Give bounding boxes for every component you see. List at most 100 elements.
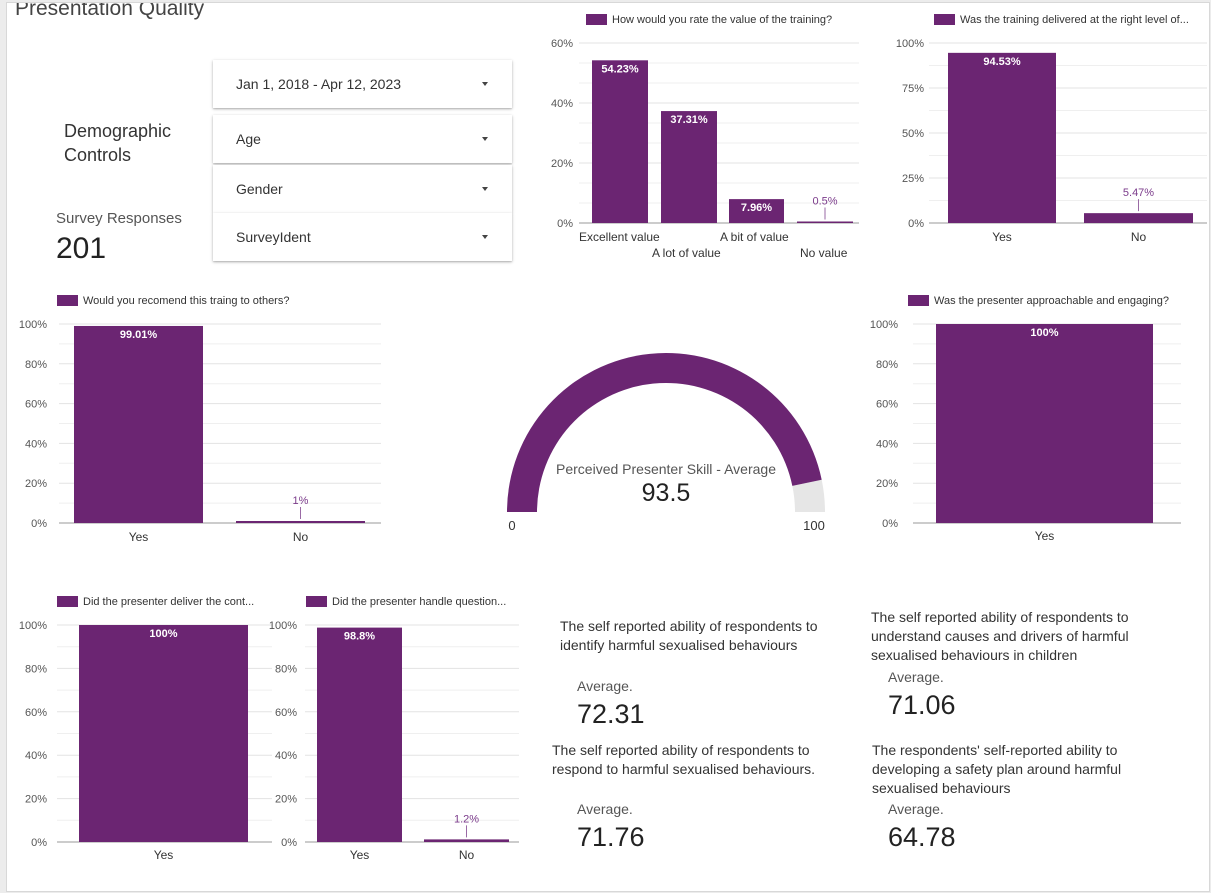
bar <box>236 521 365 523</box>
gauge-min-label: 0 <box>508 518 515 533</box>
y-tick-label: 40% <box>551 98 573 110</box>
bar <box>592 60 648 224</box>
data-label: 99.01% <box>120 329 158 341</box>
legend-label: Did the presenter handle question... <box>332 596 506 608</box>
data-label: 1% <box>293 495 309 507</box>
y-tick-label: 0% <box>557 218 573 230</box>
data-label: 98.8% <box>344 631 375 643</box>
bar-chart-approachable: Was the presenter approachable and engag… <box>870 295 1181 543</box>
y-tick-label: 0% <box>908 218 924 230</box>
kpi-understand: The self reported ability of respondents… <box>871 608 1156 665</box>
y-tick-label: 40% <box>876 438 898 450</box>
bar <box>74 325 203 523</box>
data-label: 7.96% <box>741 202 772 214</box>
y-tick-label: 40% <box>275 750 297 762</box>
data-label: 37.31% <box>670 114 708 126</box>
y-tick-label: 20% <box>25 794 47 806</box>
y-tick-label: 40% <box>25 438 47 450</box>
y-tick-label: 100% <box>269 620 297 632</box>
gauge-value: 93.5 <box>642 479 691 507</box>
y-tick-label: 100% <box>19 319 47 331</box>
category-label: Yes <box>350 848 370 862</box>
legend-label: Was the training delivered at the right … <box>960 14 1189 26</box>
y-tick-label: 40% <box>25 750 47 762</box>
y-tick-label: 80% <box>876 359 898 371</box>
y-tick-label: 25% <box>902 173 924 185</box>
y-tick-label: 60% <box>275 707 297 719</box>
y-tick-label: 100% <box>19 620 47 632</box>
kpi-description: The respondents' self-reported ability t… <box>872 742 1122 796</box>
category-label: Yes <box>129 530 149 544</box>
bar-chart-recommend: Would you recomend this traing to others… <box>19 295 381 544</box>
legend-swatch <box>57 596 78 607</box>
y-tick-label: 60% <box>876 399 898 411</box>
legend-label: Was the presenter approachable and engag… <box>934 295 1169 307</box>
category-label: Yes <box>992 230 1012 244</box>
bar <box>1084 213 1193 223</box>
bar <box>424 839 509 842</box>
kpi-value: 72.31 <box>577 699 645 729</box>
kpi-value: 71.06 <box>888 690 956 720</box>
y-tick-label: 75% <box>902 83 924 95</box>
y-tick-label: 100% <box>870 319 898 331</box>
legend-label: Would you recomend this traing to others… <box>83 295 289 307</box>
data-label: 54.23% <box>601 63 639 75</box>
presenter-skill-gauge: Perceived Presenter Skill - Average 93.5 0… <box>507 353 825 533</box>
kpi-value: 71.76 <box>577 822 645 852</box>
y-tick-label: 0% <box>31 518 47 530</box>
category-label: No <box>1131 230 1147 244</box>
kpi-average-label: Average. <box>888 801 944 817</box>
kpi-average-label: Average. <box>888 669 944 685</box>
y-tick-label: 0% <box>281 837 297 849</box>
report-canvas: Presentation Quality Demographic Control… <box>6 2 1210 892</box>
bar <box>936 324 1153 523</box>
category-label: A lot of value <box>652 246 721 260</box>
kpi-safety-plan: The respondents' self-reported ability t… <box>872 741 1152 798</box>
bar-chart-value_of_training: How would you rate the value of the trai… <box>551 14 859 260</box>
legend-swatch <box>306 596 327 607</box>
y-tick-label: 20% <box>551 158 573 170</box>
gauge-title: Perceived Presenter Skill - Average <box>556 461 776 477</box>
y-tick-label: 0% <box>882 518 898 530</box>
bar <box>317 627 402 842</box>
data-label: 94.53% <box>983 56 1021 68</box>
legend-swatch <box>57 295 78 306</box>
category-label: A bit of value <box>720 230 789 244</box>
kpi-description: The self reported ability of respondents… <box>560 618 818 653</box>
data-label: 100% <box>1030 327 1058 339</box>
y-tick-label: 20% <box>876 478 898 490</box>
bar <box>661 111 717 223</box>
category-label: Yes <box>1035 529 1055 543</box>
legend-swatch <box>908 295 929 306</box>
y-tick-label: 50% <box>902 128 924 140</box>
y-tick-label: 60% <box>551 38 573 50</box>
kpi-description: The self reported ability of respondents… <box>871 609 1129 663</box>
bar <box>797 221 853 223</box>
category-label: Excellent value <box>579 230 660 244</box>
kpi-average-label: Average. <box>577 678 633 694</box>
legend-label: How would you rate the value of the trai… <box>612 14 832 26</box>
data-label: 1.2% <box>454 813 479 825</box>
y-tick-label: 20% <box>275 794 297 806</box>
kpi-value: 64.78 <box>888 822 956 852</box>
legend-swatch <box>934 14 955 25</box>
category-label: No <box>293 530 309 544</box>
y-tick-label: 100% <box>896 38 924 50</box>
category-label: Yes <box>154 848 174 862</box>
legend-swatch <box>586 14 607 25</box>
kpi-description: The self reported ability of respondents… <box>552 742 816 777</box>
data-label: 0.5% <box>812 196 837 208</box>
gauge-max-label: 100 <box>803 518 825 533</box>
kpi-identify: The self reported ability of respondents… <box>560 617 835 655</box>
bar-chart-deliver_content: Did the presenter deliver the cont... 0% 2… <box>19 596 272 862</box>
bar <box>948 52 1056 223</box>
bar-chart-right_level: Was the training delivered at the right … <box>896 14 1207 244</box>
y-tick-label: 60% <box>25 399 47 411</box>
category-label: No value <box>800 246 848 260</box>
data-label: 5.47% <box>1123 187 1154 199</box>
kpi-average-label: Average. <box>577 801 633 817</box>
category-label: No <box>459 848 475 862</box>
kpi-respond: The self reported ability of respondents… <box>552 741 842 779</box>
y-tick-label: 0% <box>31 837 47 849</box>
y-tick-label: 80% <box>25 663 47 675</box>
